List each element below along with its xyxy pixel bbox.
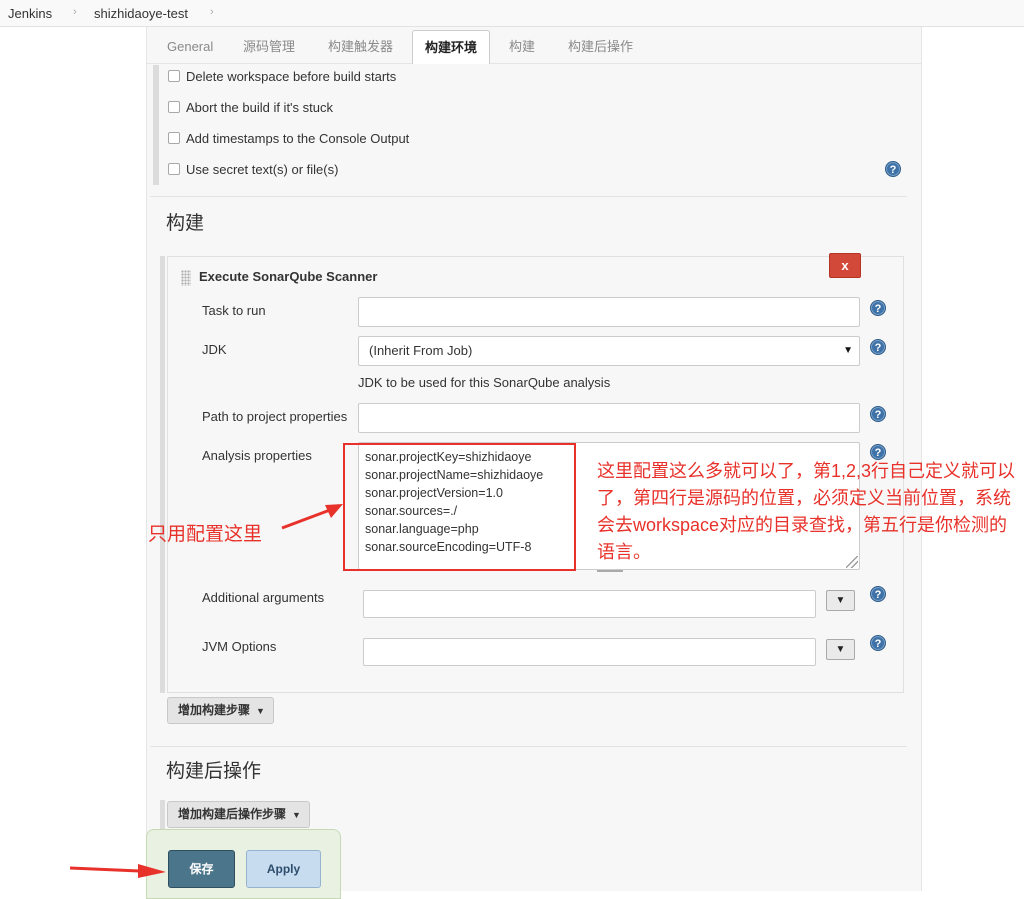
arrow-head-icon [138, 864, 166, 878]
arrow-to-textarea [281, 508, 331, 530]
arrow-to-save [69, 866, 141, 873]
annotation-arrows [69, 504, 343, 878]
